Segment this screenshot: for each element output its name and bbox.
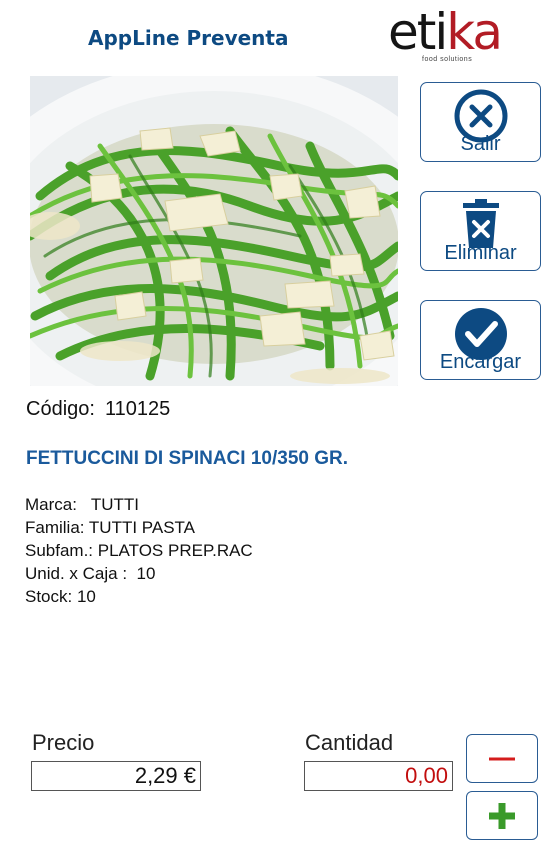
decrease-quantity-button[interactable] (466, 734, 538, 783)
detail-marca: Marca: TUTTI (25, 495, 139, 514)
product-details: Marca: TUTTI Familia: TUTTI PASTA Subfam… (25, 493, 253, 608)
app-title: AppLine Preventa (88, 26, 289, 50)
logo-tagline: food solutions (422, 56, 473, 63)
cantidad-field[interactable]: 0,00 (304, 761, 453, 791)
product-code: Código: 110125 (26, 398, 170, 421)
cantidad-label: Cantidad (305, 730, 394, 755)
salir-button[interactable]: Salir (420, 82, 541, 162)
codigo-value: 110125 (104, 398, 171, 420)
product-name: FETTUCCINI DI SPINACI 10/350 GR. (26, 448, 349, 469)
codigo-label: Código: (26, 398, 95, 420)
salir-label: Salir (460, 133, 501, 155)
eliminar-button[interactable]: Eliminar (420, 191, 541, 271)
encargar-button[interactable]: Encargar (420, 300, 541, 380)
detail-familia: Familia: TUTTI PASTA (25, 518, 196, 537)
encargar-label: Encargar (439, 351, 522, 373)
detail-unidades-caja: Unid. x Caja : 10 (25, 564, 156, 583)
etika-logo: etika food solutions (388, 3, 518, 68)
detail-stock: Stock: 10 (25, 587, 96, 606)
precio-field[interactable]: 2,29 € (31, 761, 201, 791)
detail-subfamilia: Subfam.: PLATOS PREP.RAC (25, 541, 253, 560)
increase-quantity-button[interactable] (466, 791, 538, 840)
logo-wordmark: etika (388, 2, 503, 62)
logo-word-main: eti (388, 3, 448, 61)
eliminar-label: Eliminar (444, 242, 517, 264)
precio-label: Precio (32, 730, 95, 755)
product-image (30, 76, 398, 386)
logo-word-accent: ka (446, 3, 503, 61)
